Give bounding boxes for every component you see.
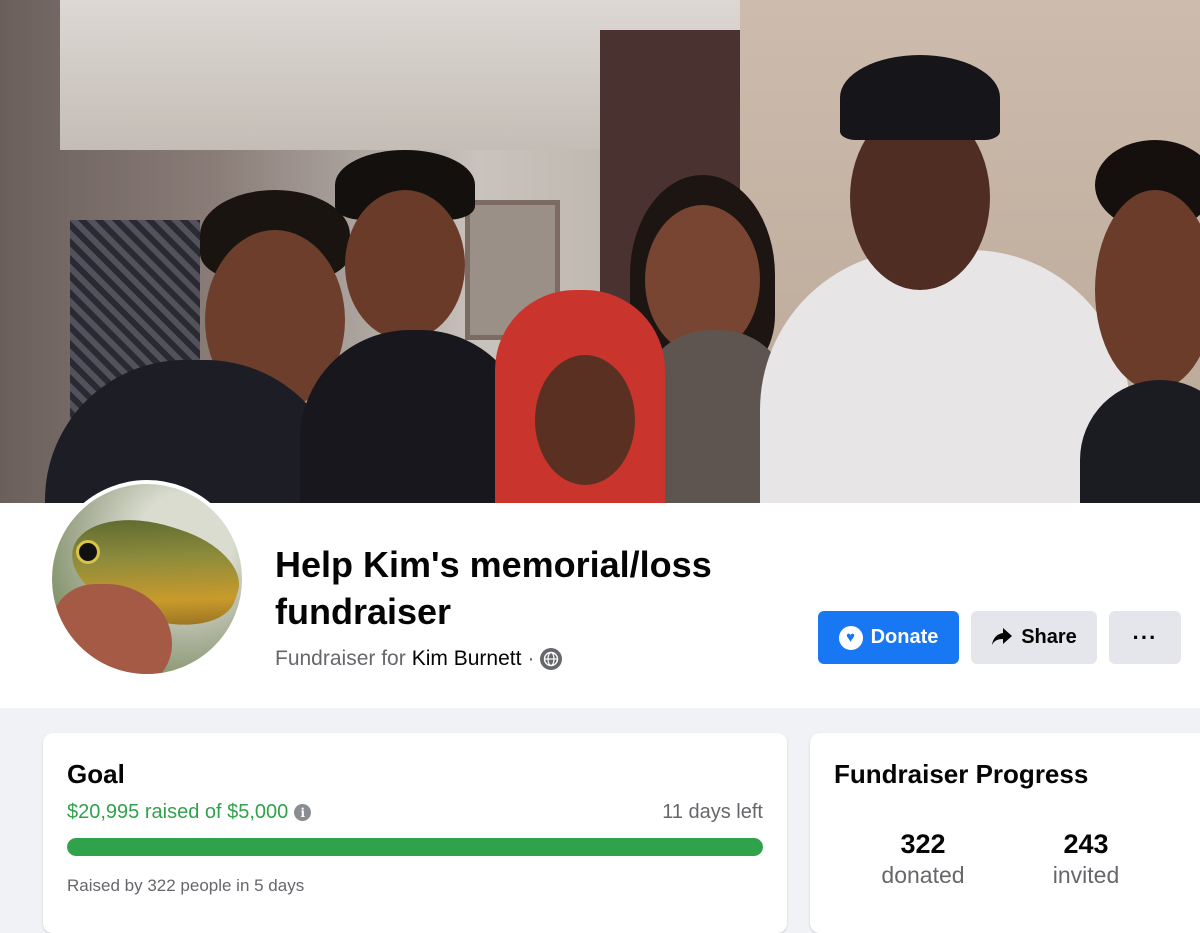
goal-card: Goal $20,995 raised of $5,000 i 11 days … bbox=[43, 733, 787, 933]
page-title: Help Kim's memorial/loss fundraiser bbox=[275, 544, 712, 632]
fundraiser-progress-card: Fundraiser Progress 322 donated 243 invi… bbox=[810, 733, 1200, 933]
stat-invited-value: 243 bbox=[1063, 829, 1109, 859]
fundraiser-subtitle: Fundraiser for Kim Burnett · bbox=[275, 647, 563, 671]
subtitle-separator: · bbox=[527, 647, 535, 670]
donate-button-label: Donate bbox=[870, 626, 939, 648]
more-icon: ··· bbox=[1132, 624, 1158, 650]
subtitle-prefix: Fundraiser for bbox=[275, 647, 406, 670]
raised-text: $20,995 raised of $5,000 bbox=[67, 801, 289, 823]
stat-invited-label: invited bbox=[1052, 862, 1120, 888]
days-left: 11 days left bbox=[662, 801, 763, 823]
raised-amount: $20,995 raised of $5,000 i bbox=[67, 801, 312, 824]
fundraiser-avatar[interactable] bbox=[48, 480, 246, 678]
stat-invited: 243 invited bbox=[1011, 829, 1161, 889]
goal-heading: Goal bbox=[67, 759, 125, 789]
globe-icon-svg bbox=[544, 651, 559, 667]
info-icon[interactable]: i bbox=[294, 804, 312, 821]
progress-heading: Fundraiser Progress bbox=[834, 759, 1089, 789]
globe-icon[interactable] bbox=[540, 648, 563, 670]
heart-icon: ♥ bbox=[838, 625, 863, 650]
donate-button[interactable]: ♥ Donate bbox=[818, 611, 959, 664]
share-arrow-icon bbox=[991, 626, 1013, 650]
share-button[interactable]: Share bbox=[971, 611, 1097, 664]
cover-photo bbox=[0, 0, 1200, 503]
more-options-button[interactable]: ··· bbox=[1109, 611, 1181, 664]
share-button-label: Share bbox=[1021, 626, 1077, 648]
stat-donated-label: donated bbox=[881, 862, 965, 888]
person-cap bbox=[840, 55, 1000, 140]
stat-donated: 322 donated bbox=[848, 829, 998, 889]
stat-donated-value: 322 bbox=[900, 829, 946, 859]
goal-progress-fill bbox=[67, 838, 763, 856]
person-body bbox=[760, 250, 1130, 503]
raised-by-text: Raised by 322 people in 5 days bbox=[67, 876, 305, 895]
avatar-fish-eye bbox=[76, 540, 100, 564]
beneficiary-link[interactable]: Kim Burnett bbox=[412, 647, 522, 671]
person-head bbox=[535, 355, 635, 485]
share-arrow-svg bbox=[992, 627, 1013, 645]
goal-progress-bar bbox=[67, 838, 763, 856]
person-head bbox=[345, 190, 465, 340]
